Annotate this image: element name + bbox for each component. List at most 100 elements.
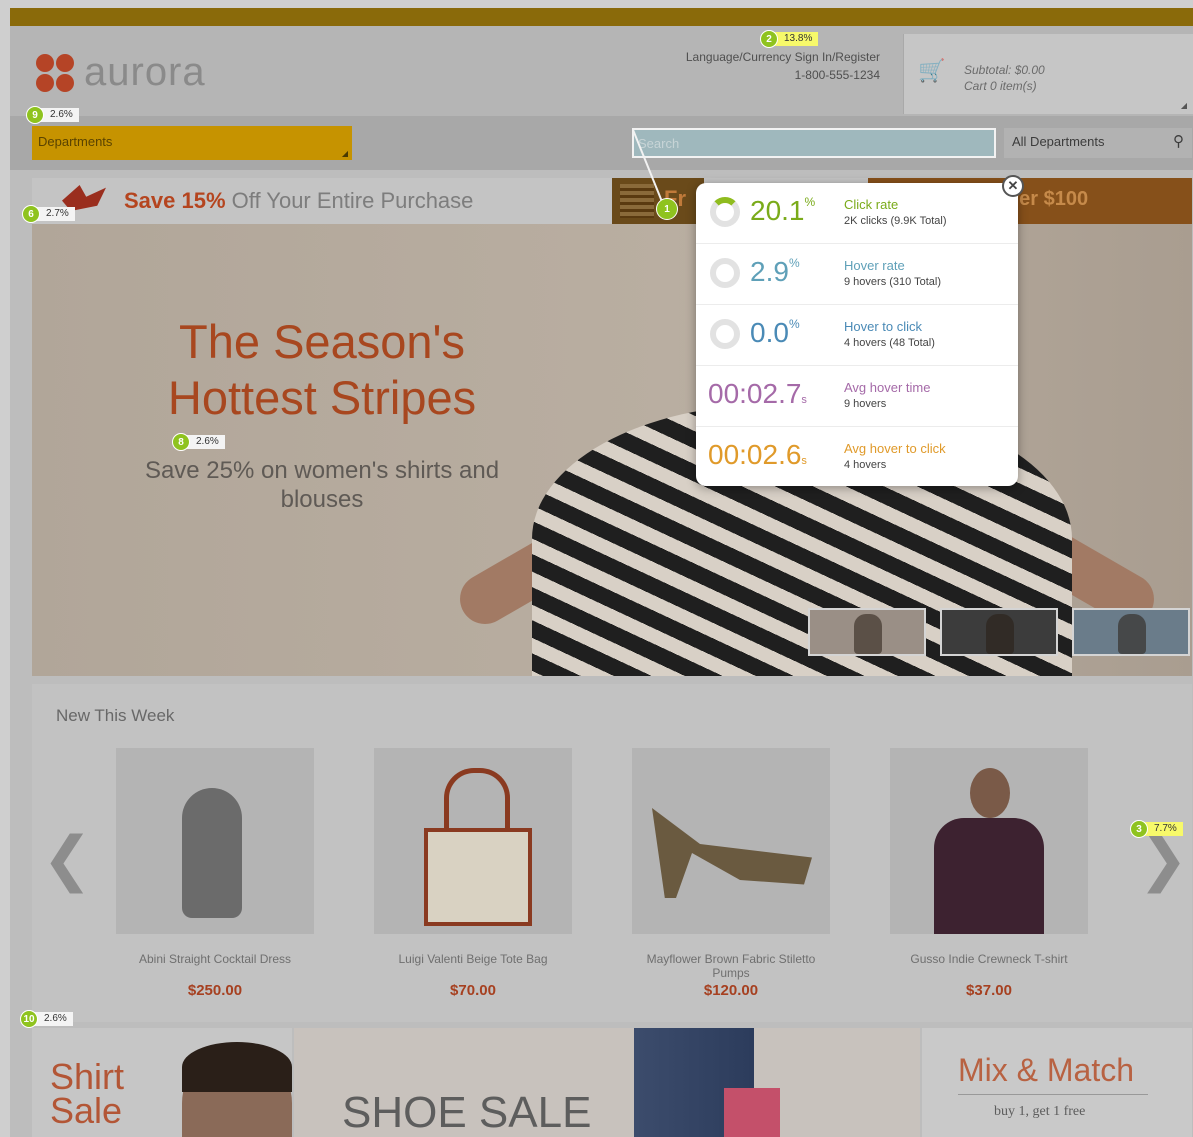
logo[interactable]: aurora [36, 50, 206, 95]
marker-number: 6 [22, 205, 40, 223]
stat-label: Hover rate [844, 258, 905, 273]
stat-avg-hover-time: 00:02.7s Avg hover time 9 hovers [696, 366, 1018, 427]
heatmap-marker[interactable]: 8 2.6% [172, 433, 225, 451]
hero-thumbnail[interactable] [808, 608, 926, 656]
stat-detail: 2K clicks (9.9K Total) [844, 215, 947, 227]
bottom-promos: Shirt Sale SHOE SALE Mix & Match buy 1, … [32, 1028, 1192, 1137]
stat-value: 20.1% [750, 195, 815, 227]
all-departments-select[interactable]: All Departments ⚲ [1004, 128, 1192, 158]
shoe-sale-banner[interactable]: SHOE SALE [294, 1028, 920, 1137]
promo-save-rest: Off Your Entire Purchase [231, 188, 474, 213]
promo-save-banner[interactable]: Save 15% Off Your Entire Purchase [54, 178, 634, 224]
logo-text: aurora [84, 50, 206, 94]
product-image[interactable] [374, 748, 572, 934]
cart-subtotal: Subtotal: $0.00 [964, 63, 1045, 77]
hero-thumbnail[interactable] [1072, 608, 1190, 656]
stat-unit: s [801, 455, 807, 467]
logo-mark-icon [36, 53, 74, 92]
product-price: $70.00 [450, 982, 496, 999]
stat-detail: 9 hovers [844, 398, 887, 410]
stat-number: 0.0 [750, 317, 789, 348]
stat-avg-hover-to-click: 00:02.6s Avg hover to click 4 hovers [696, 427, 1018, 488]
top-bar [10, 8, 1193, 26]
progress-ring-icon [710, 258, 740, 288]
carousel-prev-icon[interactable]: ❮ [42, 824, 92, 894]
departments-button[interactable]: Departments ◢ [32, 126, 352, 160]
hero-subtitle: Save 25% on women's shirts and blouses [144, 457, 500, 513]
product-name[interactable]: Mayflower Brown Fabric Stiletto Pumps [632, 952, 830, 980]
marker-percent: 2.6% [40, 108, 79, 122]
product-price: $120.00 [703, 982, 759, 999]
search-input[interactable]: Search [632, 128, 996, 158]
stat-number: 00:02.7 [708, 378, 802, 409]
departments-label: Departments [38, 134, 113, 149]
new-this-week-section: New This Week ❮ Abini Straight Cocktail … [32, 684, 1192, 1022]
header: aurora Language/Currency Sign In/Registe… [10, 26, 1193, 116]
shopping-bag-image [724, 1088, 780, 1137]
heatmap-marker[interactable]: 3 7.7% [1130, 820, 1183, 838]
marker-number: 10 [20, 1010, 38, 1028]
stat-detail: 4 hovers [844, 459, 887, 471]
model-face-image [182, 1042, 292, 1137]
marker-percent: 2.6% [34, 1012, 73, 1026]
product-image[interactable] [116, 748, 314, 934]
stat-unit: % [788, 256, 800, 270]
stat-label: Avg hover time [844, 380, 931, 395]
box-stack-icon [620, 184, 654, 218]
marker-percent: 7.7% [1144, 822, 1183, 836]
stat-click-rate: 20.1% Click rate 2K clicks (9.9K Total) [696, 183, 1018, 244]
stat-label: Click rate [844, 197, 899, 212]
progress-ring-icon [710, 197, 740, 227]
shoe-sale-text: SHOE SALE [342, 1088, 592, 1137]
search-icon[interactable]: ⚲ [1173, 132, 1184, 150]
language-signin-link[interactable]: Language/Currency Sign In/Register [620, 48, 880, 66]
product-name[interactable]: Gusso Indie Crewneck T-shirt [890, 952, 1088, 980]
promo-save-bold: Save 15% [124, 188, 226, 213]
shirt-sale-text: Shirt Sale [50, 1056, 125, 1131]
hero-thumbnails [808, 608, 1190, 656]
marker-number: 8 [172, 433, 190, 451]
product-carousel: Abini Straight Cocktail Dress $250.00 Lu… [116, 748, 1088, 999]
utility-links: Language/Currency Sign In/Register 1-800… [620, 48, 880, 84]
section-title: New This Week [56, 706, 175, 725]
stat-hover-to-click: 0.0% Hover to click 4 hovers (48 Total) [696, 305, 1018, 366]
stat-detail: 4 hovers (48 Total) [844, 337, 935, 349]
shopping-cart-icon: 🛒 [918, 58, 946, 83]
heatmap-marker[interactable]: 2 13.8% [760, 30, 819, 48]
product-card[interactable]: Luigi Valenti Beige Tote Bag $70.00 [374, 748, 572, 999]
all-departments-label: All Departments [1012, 134, 1105, 149]
marker-number: 9 [26, 106, 44, 124]
stat-value: 2.9% [750, 256, 800, 288]
marker-percent: 13.8% [774, 32, 819, 46]
phone-number: 1-800-555-1234 [794, 68, 880, 82]
promo-text: Save 15% Off Your Entire Purchase [124, 188, 473, 214]
product-card[interactable]: Gusso Indie Crewneck T-shirt $37.00 [890, 748, 1088, 999]
product-card[interactable]: Abini Straight Cocktail Dress $250.00 [116, 748, 314, 999]
stat-detail: 9 hovers (310 Total) [844, 276, 942, 288]
heatmap-marker[interactable]: 9 2.6% [26, 106, 79, 124]
product-name[interactable]: Abini Straight Cocktail Dress [116, 952, 314, 980]
hero-title: The Season's Hottest Stripes [167, 315, 477, 424]
product-card[interactable]: Mayflower Brown Fabric Stiletto Pumps $1… [632, 748, 830, 999]
mix-match-banner[interactable]: Mix & Match buy 1, get 1 free [922, 1028, 1192, 1137]
cart-summary: Subtotal: $0.00 Cart 0 item(s) [964, 62, 1045, 94]
heatmap-marker-selected[interactable]: 1 [656, 198, 678, 220]
heatmap-marker[interactable]: 6 2.7% [22, 205, 75, 223]
hero-thumbnail[interactable] [940, 608, 1058, 656]
element-stats-popup: ✕ 20.1% Click rate 2K clicks (9.9K Total… [696, 175, 1024, 488]
product-name[interactable]: Luigi Valenti Beige Tote Bag [374, 952, 572, 980]
stat-unit: % [804, 195, 816, 209]
product-price: $250.00 [187, 982, 243, 999]
marker-number: 2 [760, 30, 778, 48]
heatmap-marker[interactable]: 10 2.6% [20, 1010, 73, 1028]
product-image[interactable] [632, 748, 830, 934]
shirt-sale-banner[interactable]: Shirt Sale [32, 1028, 292, 1137]
mix-match-title: Mix & Match [958, 1052, 1135, 1088]
stat-label: Hover to click [844, 319, 923, 334]
stat-value: 00:02.6s [708, 439, 807, 471]
product-image[interactable] [890, 748, 1088, 934]
resize-corner-icon: ◢ [1180, 101, 1187, 110]
stat-hover-rate: 2.9% Hover rate 9 hovers (310 Total) [696, 244, 1018, 305]
marker-number: 1 [656, 198, 678, 220]
mini-cart[interactable]: 🛒 Subtotal: $0.00 Cart 0 item(s) ◢ [903, 34, 1193, 114]
